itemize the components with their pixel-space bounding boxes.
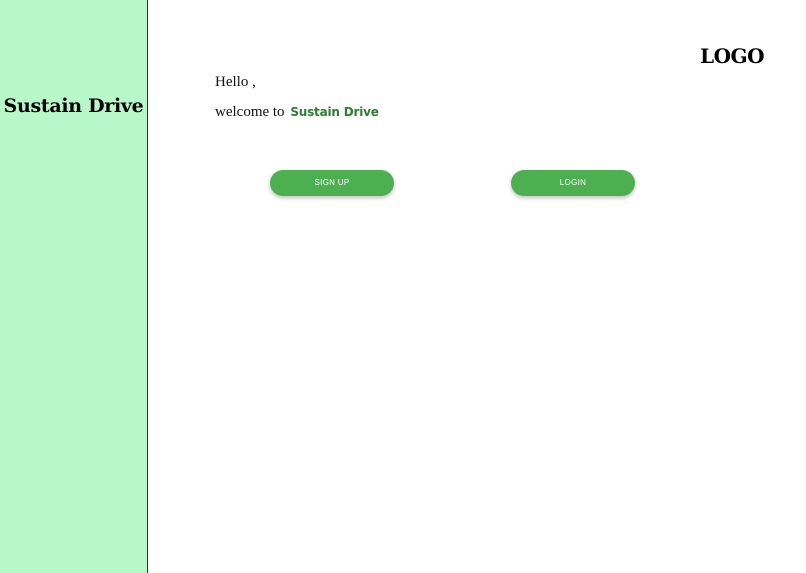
hello-text: Hello , <box>215 74 256 90</box>
welcome-text: welcome to Sustain Drive <box>215 104 379 121</box>
sign-up-button[interactable]: SIGN UP <box>270 170 394 196</box>
welcome-prefix: welcome to <box>215 104 285 120</box>
logo: LOGO <box>700 44 765 68</box>
page: Sustain Drive LOGO Hello , welcome to Su… <box>0 0 806 573</box>
sidebar-brand-title: Sustain Drive <box>3 95 144 117</box>
sidebar: Sustain Drive <box>0 0 148 573</box>
login-button[interactable]: LOGIN <box>511 170 635 196</box>
welcome-app-name: Sustain Drive <box>290 105 379 119</box>
